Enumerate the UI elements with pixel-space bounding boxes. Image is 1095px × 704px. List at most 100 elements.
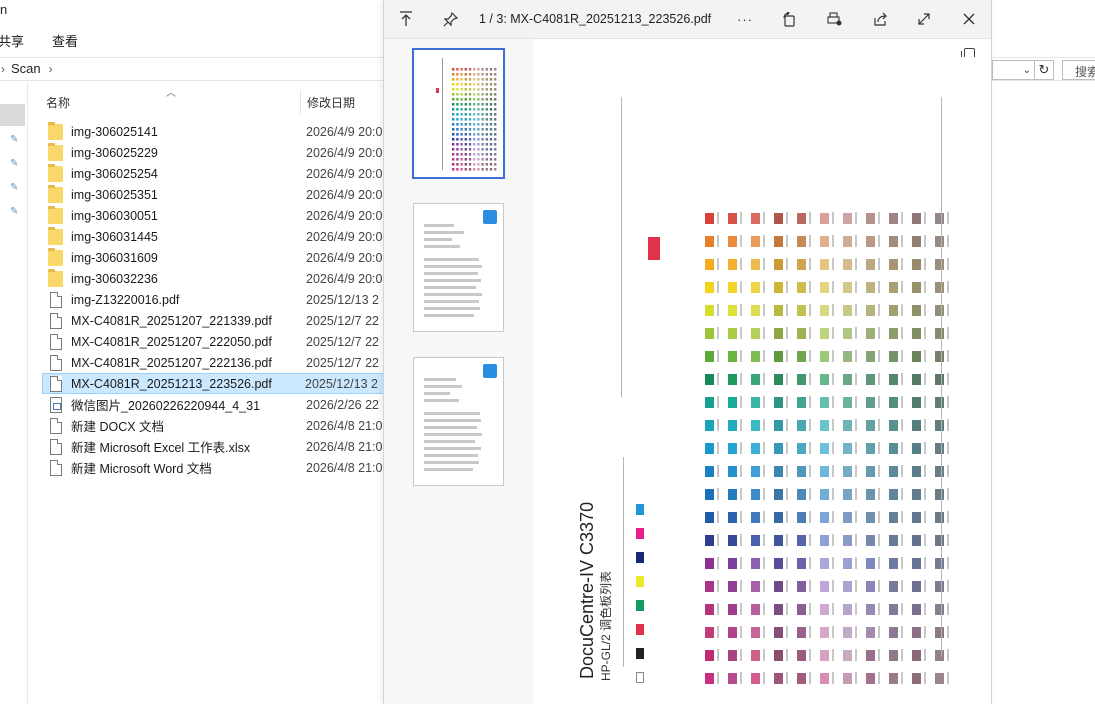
close-icon[interactable]	[961, 9, 977, 29]
swatch-label	[901, 649, 903, 661]
color-swatch	[866, 443, 875, 454]
file-row[interactable]: MX-C4081R_20251207_222136.pdf 2025/12/7 2…	[44, 352, 384, 373]
file-row[interactable]: 新建 Microsoft Excel 工作表.xlsx 2026/4/8 21:0	[44, 436, 384, 457]
thumbnail-swatch	[489, 108, 493, 111]
color-swatch	[935, 305, 944, 316]
thumbnail-page-3[interactable]	[413, 357, 504, 486]
search-input[interactable]: 搜索	[1062, 60, 1095, 80]
file-row[interactable]: 新建 DOCX 文档 2026/4/8 21:0	[44, 415, 384, 436]
share-icon[interactable]	[872, 9, 888, 29]
thumbnail-swatch	[452, 123, 455, 126]
file-row[interactable]: img-306030051 2026/4/9 20:0	[44, 205, 384, 226]
color-swatch	[751, 282, 760, 293]
thumbnail-swatch	[460, 93, 463, 96]
thumbnail-swatch	[477, 103, 480, 106]
thumbnail-swatch	[468, 83, 472, 86]
chevron-right-icon[interactable]: ›	[49, 62, 53, 76]
color-swatch	[797, 213, 806, 224]
swatch-label	[786, 327, 788, 339]
document-icon	[50, 375, 62, 392]
swatch-label	[717, 649, 719, 661]
swatch-label	[901, 281, 903, 293]
more-icon[interactable]: ···	[736, 9, 754, 29]
thumbnail-swatch	[464, 83, 467, 86]
color-swatch	[797, 328, 806, 339]
swatch-label	[763, 603, 765, 615]
thumbnail-swatch	[489, 113, 493, 116]
column-separator[interactable]	[300, 90, 301, 114]
swatch-label	[740, 580, 742, 592]
swatch-label	[878, 235, 880, 247]
thumbnail-page-2[interactable]	[413, 203, 504, 332]
file-row[interactable]: 微信图片_20260226220944_4_31 2026/2/26 22	[44, 394, 384, 415]
thumbnail-swatch	[477, 138, 480, 141]
swatch-label	[947, 419, 949, 431]
swatch-label	[878, 350, 880, 362]
thumbnail-swatch	[456, 158, 459, 161]
file-row[interactable]: img-306025141 2026/4/9 20:0	[44, 121, 384, 142]
thumbnail-swatch	[485, 73, 488, 76]
color-swatch	[705, 328, 714, 339]
color-swatch	[935, 581, 944, 592]
nav-item-selected[interactable]	[0, 104, 25, 126]
thumbnail-swatch	[460, 118, 463, 121]
color-swatch	[843, 535, 852, 546]
file-row[interactable]: 新建 Microsoft Word 文档 2026/4/8 21:0	[44, 457, 384, 478]
swatch-label	[786, 534, 788, 546]
breadcrumb-current[interactable]: Scan	[11, 61, 41, 76]
thumbnail-swatch	[468, 108, 472, 111]
file-row[interactable]: img-306025229 2026/4/9 20:0	[44, 142, 384, 163]
file-row[interactable]: img-306025351 2026/4/9 20:0	[44, 184, 384, 205]
color-swatch	[705, 259, 714, 270]
color-swatch	[820, 328, 829, 339]
file-row[interactable]: MX-C4081R_20251207_222050.pdf 2025/12/7 2…	[44, 331, 384, 352]
file-row[interactable]: MX-C4081R_20251207_221339.pdf 2025/12/7 2…	[44, 310, 384, 331]
color-swatch	[751, 489, 760, 500]
thumbnail-swatch	[460, 73, 463, 76]
swatch-label	[878, 649, 880, 661]
print-icon[interactable]	[826, 9, 842, 29]
document-icon	[50, 333, 62, 350]
thumbnail-swatch	[473, 138, 476, 141]
pin-top-icon[interactable]	[398, 9, 414, 29]
ribbon-tab-share[interactable]: 共享	[0, 31, 24, 50]
column-name[interactable]: 名称	[46, 94, 70, 111]
refresh-icon[interactable]: ↻	[1034, 60, 1054, 80]
chevron-down-icon[interactable]: ⌄	[992, 60, 1034, 80]
thumbnail-swatch	[481, 123, 484, 126]
file-date: 2026/4/9 20:0	[306, 250, 383, 265]
color-swatch	[797, 650, 806, 661]
thumbnail-swatch	[456, 93, 459, 96]
expand-icon[interactable]	[916, 9, 932, 29]
file-row[interactable]: img-306031609 2026/4/9 20:0	[44, 247, 384, 268]
thumbnail-swatch	[473, 163, 476, 166]
swatch-label	[740, 603, 742, 615]
thumbnail-swatch	[489, 68, 493, 71]
thumbnail-page-1[interactable]	[413, 49, 504, 178]
file-row[interactable]: img-306031445 2026/4/9 20:0	[44, 226, 384, 247]
column-date[interactable]: 修改日期	[307, 94, 355, 111]
file-name: 新建 Microsoft Word 文档	[71, 462, 212, 476]
thumbnail-swatch	[477, 163, 480, 166]
thumbnail-swatch	[489, 153, 493, 156]
breadcrumb[interactable]: › Scan ›	[0, 61, 59, 76]
color-swatch	[705, 305, 714, 316]
color-swatch	[774, 581, 783, 592]
color-swatch	[820, 673, 829, 684]
file-row[interactable]: img-306032236 2026/4/9 20:0	[44, 268, 384, 289]
file-row[interactable]: MX-C4081R_20251213_223526.pdf 2025/12/13 …	[42, 373, 384, 394]
ribbon-tab-view[interactable]: 查看	[52, 31, 78, 50]
rotate-icon[interactable]	[781, 9, 797, 29]
thumbnail-swatch	[489, 123, 493, 126]
pin-icon[interactable]	[442, 9, 458, 29]
color-swatch	[751, 581, 760, 592]
thumbnail-swatch	[473, 168, 476, 171]
file-name: img-306032236	[71, 271, 158, 286]
color-swatch	[935, 489, 944, 500]
file-row[interactable]: img-306025254 2026/4/9 20:0	[44, 163, 384, 184]
swatch-label	[832, 511, 834, 523]
file-row[interactable]: img-Z13220016.pdf 2025/12/13 2	[44, 289, 384, 310]
swatch-label	[901, 304, 903, 316]
swatch-label	[924, 419, 926, 431]
swatch-label	[924, 258, 926, 270]
